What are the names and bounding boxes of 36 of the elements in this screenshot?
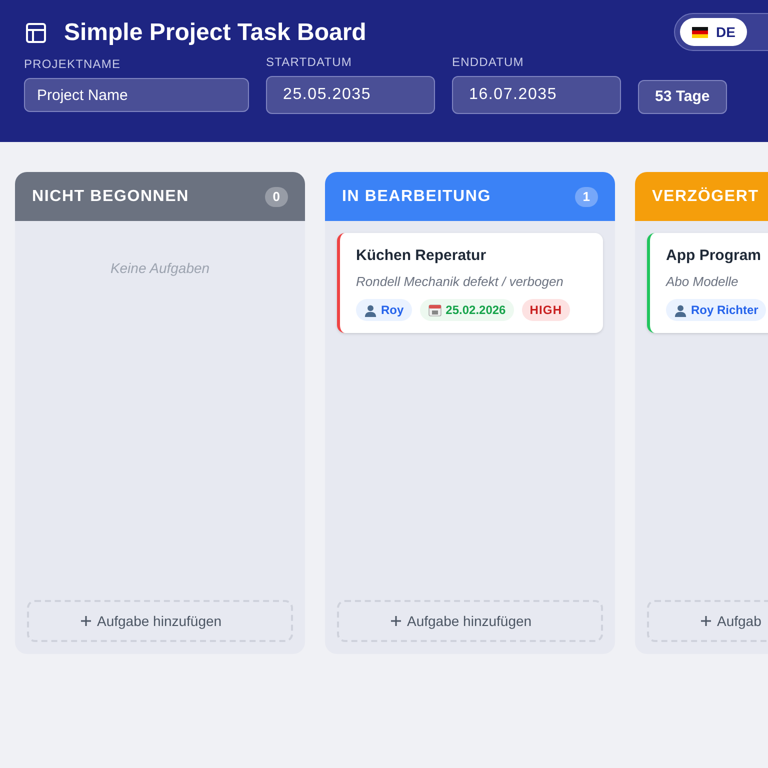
duration-badge: 53 Tage — [638, 80, 727, 114]
date-field[interactable]: 16.07.2035 — [452, 76, 621, 114]
add-task-button[interactable]: Aufgab — [647, 600, 768, 642]
person-icon — [364, 304, 377, 316]
due-date: 25.02.2026 — [446, 302, 506, 319]
task-card[interactable]: Küchen Reperatur Rondell Mechanik defekt / verbogen Roy 25.02.2026 HIGH — [337, 233, 603, 333]
plus-icon — [701, 616, 711, 626]
priority-badge: HIGH — [522, 299, 570, 321]
field-label: STARTDATUM — [266, 54, 353, 71]
assignee-label: Roy — [381, 302, 404, 319]
field-label: PROJEKTNAME — [24, 56, 122, 73]
add-task-button[interactable]: Aufgabe hinzufügen — [27, 600, 293, 642]
column-title: IN BEARBEITUNG — [342, 186, 491, 206]
app-title: Simple Project Task Board — [64, 18, 366, 48]
field-label: ENDDATUM — [452, 54, 525, 71]
language-button[interactable]: DE — [680, 18, 748, 46]
task-card[interactable]: App Program Abo Modelle Roy Richter — [647, 233, 768, 333]
add-task-button[interactable]: Aufgabe hinzufügen — [337, 600, 603, 642]
date-field[interactable]: 25.05.2035 — [266, 76, 435, 114]
flag-icon — [692, 26, 708, 38]
plus-icon — [391, 616, 401, 626]
layout-icon — [24, 20, 48, 44]
task-count: 0 — [264, 186, 288, 206]
input-field[interactable]: Project Name — [24, 78, 249, 112]
task-title: App Program — [666, 246, 762, 266]
task-count: 1 — [574, 186, 598, 206]
assignee-label: Roy Richter — [691, 302, 758, 319]
task-description: Rondell Mechanik defekt / verbogen — [356, 272, 564, 291]
column-title: NICHT BEGONNEN — [32, 186, 189, 206]
task-title: Küchen Reperatur — [356, 246, 488, 266]
calendar-icon — [428, 303, 442, 317]
task-description: Abo Modelle — [666, 272, 740, 290]
person-icon — [674, 304, 687, 316]
column-title: VERZÖGERT — [652, 186, 759, 206]
empty-message: Keine Aufgaben — [109, 259, 211, 278]
plus-icon — [81, 616, 91, 626]
